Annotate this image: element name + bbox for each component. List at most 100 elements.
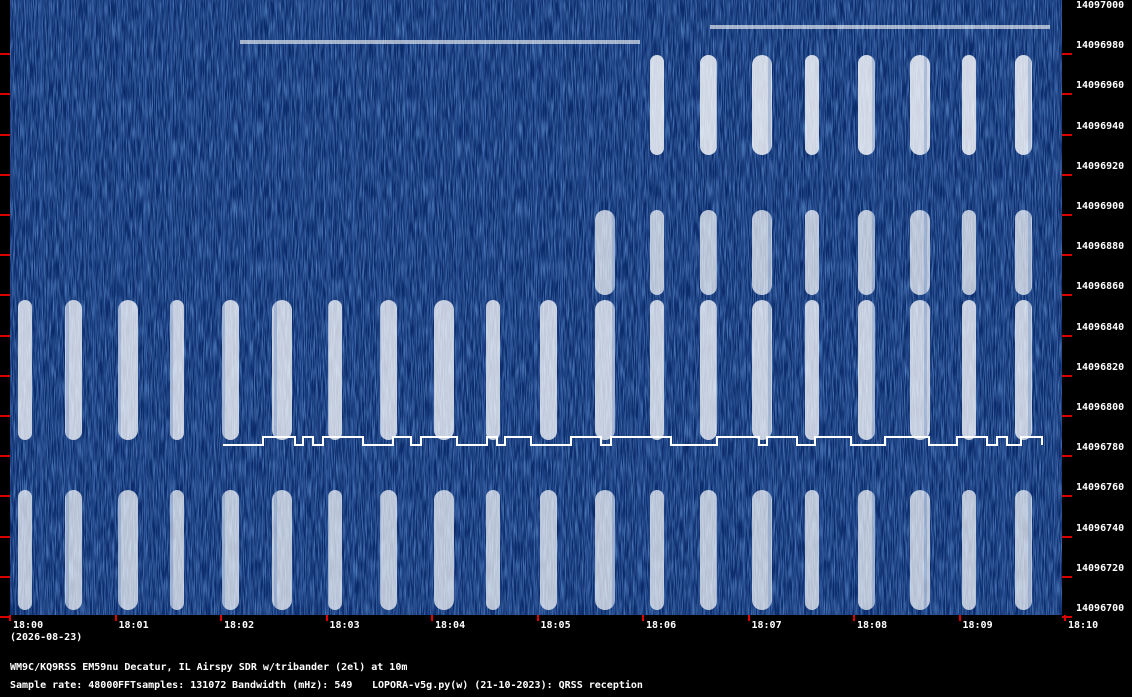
- frequency-label: 14096840: [1076, 321, 1125, 333]
- left-tick: [0, 374, 10, 377]
- fft-samples: FFTsamples: 131072: [118, 680, 227, 691]
- left-tick: [0, 294, 10, 297]
- time-label: 18:00: [13, 620, 44, 631]
- signal-streak: [650, 55, 664, 155]
- noise-stripe: [1002, 0, 1005, 615]
- left-tick: [0, 575, 10, 578]
- right-tick: [1062, 53, 1072, 56]
- right-tick: [1062, 254, 1072, 257]
- noise-stripe: [768, 0, 771, 615]
- signal-streak: [650, 490, 664, 610]
- frequency-label: 14096920: [1076, 160, 1125, 172]
- signal-streak: [18, 300, 32, 440]
- time-label: 18:01: [118, 620, 149, 631]
- noise-stripe: [898, 0, 901, 615]
- right-tick: [1062, 495, 1072, 498]
- signal-streak: [700, 55, 717, 155]
- signal-streak: [380, 300, 397, 440]
- signal-streak: [805, 490, 819, 610]
- left-tick: [0, 173, 10, 176]
- noise-stripe: [664, 0, 667, 615]
- signal-streak: [805, 210, 819, 295]
- date-label: (2026-08-23): [10, 632, 83, 643]
- left-tick: [0, 93, 10, 96]
- signal-streak: [434, 490, 454, 610]
- noise-stripe: [534, 0, 537, 615]
- noise-stripe: [976, 0, 979, 615]
- signal-streak: [700, 490, 717, 610]
- signal-streak: [700, 210, 717, 295]
- signal-streak: [18, 490, 32, 610]
- noise-stripe: [404, 0, 407, 615]
- noise-stripe: [456, 0, 459, 615]
- noise-stripe: [92, 0, 95, 615]
- time-tick: [114, 615, 117, 621]
- time-label: 18:05: [540, 620, 571, 631]
- right-tick: [1062, 93, 1072, 96]
- carrier-trace: [240, 40, 640, 44]
- frequency-label: 14096780: [1076, 442, 1125, 454]
- frequency-label: 14096960: [1076, 80, 1125, 92]
- left-tick: [0, 214, 10, 216]
- time-label: 18:07: [751, 620, 782, 631]
- signal-streak: [486, 300, 500, 440]
- frequency-label: 14096880: [1076, 241, 1125, 253]
- signal-streak: [962, 490, 976, 610]
- frequency-label: 14096700: [1076, 603, 1125, 614]
- right-tick: [1062, 455, 1072, 458]
- noise-stripe: [40, 0, 43, 615]
- noise-stripe: [560, 0, 563, 615]
- frequency-label: 14096940: [1076, 120, 1125, 132]
- right-tick: [1062, 334, 1072, 337]
- noise-stripe: [820, 0, 823, 615]
- frequency-label: 14096740: [1076, 522, 1125, 534]
- right-tick: [1062, 575, 1072, 578]
- time-tick: [220, 615, 222, 621]
- noise-stripe: [430, 0, 433, 615]
- right-tick: [1062, 214, 1072, 216]
- frequency-label: 14096980: [1076, 40, 1125, 52]
- time-label: 18:03: [329, 620, 360, 631]
- signal-streak: [328, 490, 342, 610]
- time-tick: [9, 615, 11, 621]
- time-label: 18:04: [435, 620, 466, 631]
- left-tick: [0, 535, 10, 538]
- signal-streak: [650, 300, 664, 440]
- signal-streak: [328, 300, 342, 440]
- qrss-grabber-window: (2026-08-23) WM9C/KQ9RSS EM59nu Decatur,…: [0, 0, 1132, 697]
- frequency-label: 14096900: [1076, 201, 1125, 212]
- time-tick: [642, 615, 644, 621]
- time-tick: [536, 615, 539, 621]
- signal-streak: [700, 300, 717, 440]
- noise-stripe: [638, 0, 641, 615]
- noise-stripe: [196, 0, 199, 615]
- carrier-trace: [710, 25, 1050, 29]
- noise-stripe: [508, 0, 511, 615]
- frequency-label: 14097000: [1076, 0, 1125, 11]
- noise-stripe: [378, 0, 381, 615]
- software-info: LOPORA-v5g.py(w) (21-10-2023): QRSS rece…: [372, 680, 643, 691]
- right-tick: [1062, 374, 1072, 377]
- frequency-label: 14096820: [1076, 361, 1125, 373]
- signal-streak: [540, 490, 557, 610]
- time-label: 18:06: [646, 620, 677, 631]
- noise-stripe: [950, 0, 953, 615]
- signal-streak: [650, 210, 664, 295]
- noise-stripe: [872, 0, 875, 615]
- noise-stripe: [482, 0, 485, 615]
- right-tick: [1062, 415, 1072, 417]
- noise-stripe: [118, 0, 121, 615]
- noise-stripe: [66, 0, 69, 615]
- signal-streak: [486, 490, 500, 610]
- right-tick: [1062, 294, 1072, 297]
- noise-stripe: [170, 0, 173, 615]
- noise-stripe: [248, 0, 251, 615]
- left-tick: [0, 455, 10, 458]
- time-label: 18:08: [857, 620, 888, 631]
- noise-stripe: [274, 0, 277, 615]
- signal-streak: [540, 300, 557, 440]
- frequency-label: 14096720: [1076, 562, 1125, 574]
- signal-streak: [434, 300, 454, 440]
- time-label: 18:10: [1068, 620, 1099, 631]
- noise-stripe: [586, 0, 589, 615]
